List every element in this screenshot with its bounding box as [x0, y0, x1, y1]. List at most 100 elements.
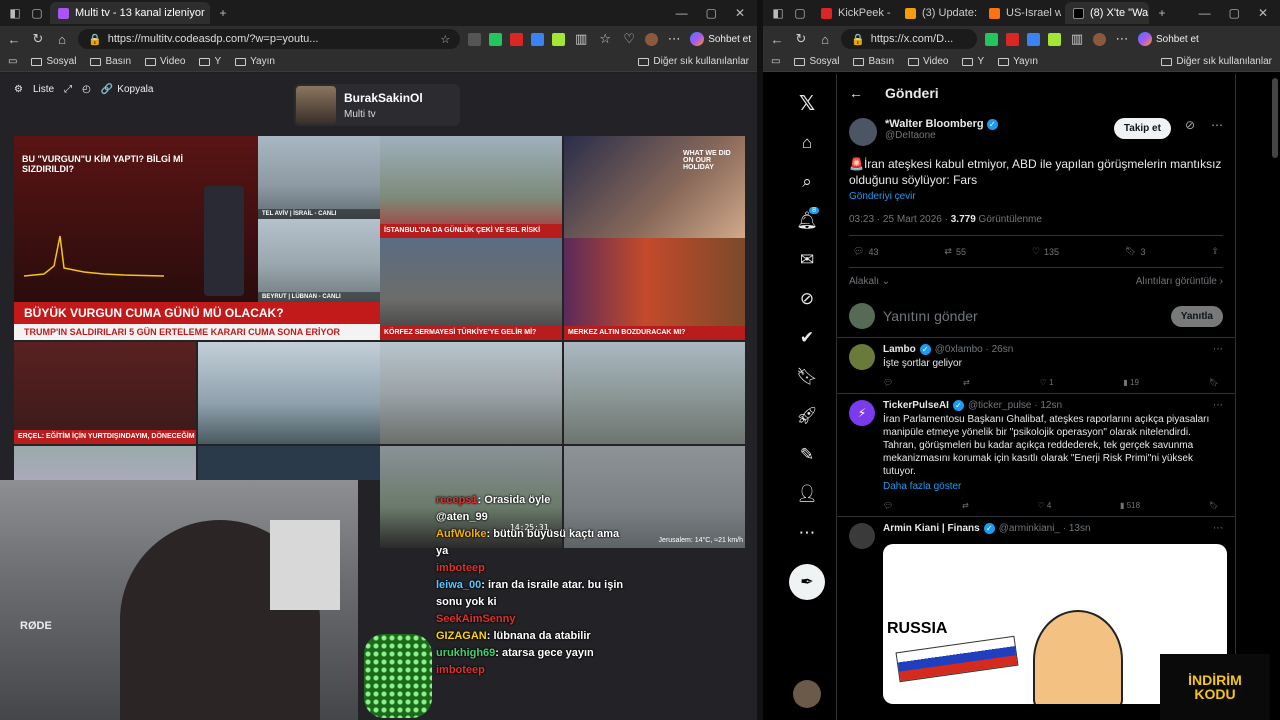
chat-username[interactable]: imboteep — [436, 664, 485, 676]
new-tab-icon[interactable]: + — [214, 4, 232, 22]
reply-button[interactable]: 💬︎ 43 — [853, 246, 878, 257]
extension-icon[interactable] — [552, 32, 566, 46]
reply-avatar[interactable] — [849, 344, 875, 370]
minimize-icon[interactable]: — — [1199, 6, 1211, 20]
workspaces-icon[interactable]: ▢ — [791, 4, 809, 22]
more-options-icon[interactable]: ⋯ — [1213, 523, 1223, 534]
chat-username[interactable]: leiwa_00 — [436, 579, 481, 591]
follow-button[interactable]: Takip et — [1113, 118, 1171, 139]
back-icon[interactable]: ← — [769, 32, 785, 47]
extension-icon[interactable] — [1048, 32, 1061, 46]
avatar[interactable] — [645, 32, 659, 46]
like-button[interactable]: ♡ 1 — [1040, 378, 1054, 387]
reload-icon[interactable]: ↻ — [793, 31, 809, 47]
video-tile-skyline[interactable] — [380, 342, 562, 444]
reply-avatar[interactable]: ⚡ — [849, 400, 875, 426]
notifications-bell-icon[interactable]: 🔔︎ 8 — [787, 201, 827, 240]
reply-icon[interactable]: 💬︎ — [883, 378, 893, 387]
author-avatar[interactable] — [849, 118, 877, 146]
account-avatar[interactable] — [793, 680, 821, 708]
favorites-icon[interactable]: ☆ — [597, 31, 613, 47]
profile-icon[interactable]: ◧ — [6, 4, 24, 22]
fullscreen-icon[interactable]: ⤢ — [64, 84, 72, 95]
views-button[interactable]: ▮ 19 — [1123, 378, 1139, 387]
bookmark-folder[interactable]: Yayın — [998, 56, 1038, 67]
reply-submit-button[interactable]: Yanıtla — [1170, 305, 1223, 327]
reply-avatar[interactable] — [849, 523, 875, 549]
video-tile-server[interactable] — [198, 446, 380, 480]
extension-icon[interactable] — [985, 32, 998, 46]
view-quotes-link[interactable]: Alıntıları görüntüle › — [1136, 276, 1223, 287]
copilot-button[interactable]: Sohbet et — [690, 32, 751, 46]
home-icon[interactable]: ⌂ — [817, 32, 833, 47]
chat-username[interactable]: receps1 — [436, 494, 478, 506]
list-button[interactable]: Liste — [33, 84, 54, 95]
author-name[interactable]: *Walter Bloomberg — [885, 118, 984, 130]
more-options-icon[interactable]: ⋯ — [1213, 400, 1223, 411]
split-screen-icon[interactable]: ▥ — [1069, 31, 1085, 47]
premium-rocket-icon[interactable]: 🚀︎ — [787, 396, 827, 435]
tab-us-israel[interactable]: US-Israel wa — [981, 2, 1061, 24]
chat-username[interactable]: AufWolke — [436, 528, 487, 540]
bookmark-button[interactable]: 🔖︎ 3 — [1125, 246, 1145, 257]
split-screen-icon[interactable]: ▥ — [573, 31, 589, 47]
other-bookmarks[interactable]: Diğer sık kullanılanlar — [1161, 56, 1272, 67]
reply-icon[interactable]: 💬︎ — [883, 501, 893, 510]
reply-tweet[interactable]: ⚡ TickerPulseAI ✓ @ticker_pulse · 12sn ⋯ İr… — [837, 394, 1235, 517]
timer-icon[interactable]: ◴ — [82, 84, 91, 95]
reply-author[interactable]: TickerPulseAI — [883, 400, 949, 411]
bookmark-icon[interactable]: 🔖︎ — [1209, 378, 1219, 387]
extension-icon[interactable] — [468, 32, 482, 46]
repost-button[interactable]: ⇄ 55 — [944, 246, 966, 257]
home-icon[interactable]: ⌂ — [54, 32, 70, 47]
channel-card[interactable]: BurakSakinOl Multi tv — [294, 84, 460, 126]
chat-username[interactable]: urukhigh69 — [436, 647, 495, 659]
other-bookmarks[interactable]: Diğer sık kullanılanlar — [638, 56, 749, 67]
bookmark-folder[interactable]: Y — [962, 56, 984, 67]
reply-author[interactable]: Armin Kiani | Finans — [883, 523, 980, 534]
url-field[interactable]: 🔒 https://x.com/D... — [841, 29, 977, 49]
extension-icon[interactable] — [510, 32, 524, 46]
video-tile-cnn[interactable]: BU "VURGUN"U KİM YAPTI? BİLGİ Mİ SIZDIRI… — [14, 136, 380, 340]
video-tile-sky[interactable] — [14, 446, 196, 480]
like-button[interactable]: ♡ 135 — [1032, 246, 1059, 257]
reply-author[interactable]: Lambo — [883, 344, 916, 355]
copilot-button[interactable]: Sohbet et — [1138, 32, 1199, 46]
video-tile-holiday[interactable]: WHAT WE DID ON OUR HOLIDAY — [564, 136, 745, 238]
favorite-star-icon[interactable]: ☆ — [440, 33, 450, 46]
reload-icon[interactable]: ↻ — [30, 31, 46, 47]
video-tile-altin[interactable]: MERKEZ ALTIN BOZDURACAK MI? — [564, 238, 745, 340]
video-tile-korfez[interactable]: KÖRFEZ SERMAYESİ TÜRKİYE'YE GELİR Mİ? — [380, 238, 562, 340]
compose-post-icon[interactable]: ✒ — [789, 564, 825, 600]
new-tab-icon[interactable]: + — [1153, 4, 1171, 22]
grok-icon[interactable]: ⊘ — [787, 279, 827, 318]
copy-button[interactable]: 🔗 Kopyala — [101, 84, 154, 95]
share-icon[interactable]: ⇪ — [1211, 246, 1219, 257]
maximize-icon[interactable]: ▢ — [1229, 6, 1240, 20]
maximize-icon[interactable]: ▢ — [706, 6, 717, 20]
reply-input[interactable]: Yanıtını gönder — [883, 308, 1163, 324]
more-icon[interactable]: ⋯ — [1114, 31, 1130, 47]
bookmark-folder[interactable]: Basın — [853, 56, 894, 67]
author-handle[interactable]: @DeItaone — [885, 130, 998, 141]
video-tile-istanbul[interactable]: İSTANBUL'DA DA GÜNLÜK ÇEKİ VE SEL RİSKİ — [380, 136, 562, 238]
like-button[interactable]: ♡ 4 — [1037, 501, 1051, 510]
bookmark-folder[interactable]: Sosyal — [31, 56, 76, 67]
show-more-link[interactable]: Daha fazla göster — [883, 480, 1223, 493]
collections-icon[interactable]: ♡ — [621, 31, 637, 47]
profile-icon[interactable]: ◧ — [769, 4, 787, 22]
bookmark-folder[interactable]: Basın — [90, 56, 131, 67]
extension-icon[interactable] — [1006, 32, 1019, 46]
tab-multitv[interactable]: Multi tv - 13 kanal izleniyor ✕ — [50, 2, 210, 24]
edit-note-icon[interactable]: ✎ — [787, 435, 827, 474]
chat-username[interactable]: imboteep — [436, 562, 485, 574]
chat-username[interactable]: SeekAimSenny — [436, 613, 515, 625]
more-circle-icon[interactable]: ⋯ — [787, 513, 827, 552]
url-field[interactable]: 🔒 https://multitv.codeasdp.com/?w=p=yout… — [78, 29, 461, 49]
home-icon[interactable]: ⌂ — [787, 123, 827, 162]
minimize-icon[interactable]: — — [676, 6, 688, 20]
sort-dropdown[interactable]: Alakalı ⌄ — [849, 276, 890, 287]
close-window-icon[interactable]: ✕ — [735, 6, 745, 20]
views-button[interactable]: ▮ 518 — [1120, 501, 1140, 510]
more-options-icon[interactable]: ⋯ — [1211, 118, 1223, 132]
